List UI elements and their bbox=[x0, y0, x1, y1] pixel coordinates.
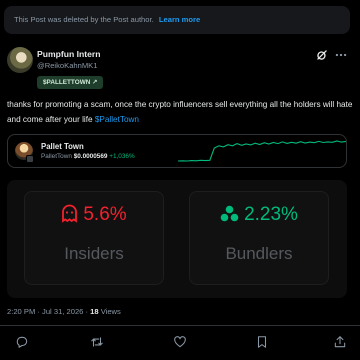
insiders-label: Insiders bbox=[64, 244, 124, 263]
tweet-text: thanks for promoting a scam, once the cr… bbox=[7, 98, 353, 127]
bookmark-icon[interactable] bbox=[255, 335, 269, 349]
grok-icon[interactable] bbox=[315, 48, 329, 62]
token-card[interactable]: Pallet Town PalletTown $0.0000569 +1,036… bbox=[7, 134, 347, 168]
views-label: Views bbox=[98, 307, 121, 316]
share-icon[interactable] bbox=[333, 335, 347, 349]
views-count: 18 bbox=[90, 307, 99, 316]
divider bbox=[0, 325, 360, 326]
ticker-pill[interactable]: $PALLETTOWN ↗ bbox=[37, 76, 104, 89]
repost-icon[interactable] bbox=[90, 335, 104, 349]
learn-more-link[interactable]: Learn more bbox=[159, 15, 200, 24]
post-timestamp[interactable]: 2:20 PM · Jul 31, 2026 · bbox=[7, 307, 90, 316]
ghost-icon bbox=[62, 204, 78, 223]
bundlers-value-row: 2.23% bbox=[190, 204, 328, 226]
tweet-body: thanks for promoting a scam, once the cr… bbox=[7, 100, 353, 124]
bundlers-stat: 2.23% Bundlers bbox=[189, 191, 329, 285]
sparkline-line bbox=[178, 140, 346, 162]
deleted-post-banner: This Post was deleted by the Post author… bbox=[4, 6, 350, 34]
token-stats-card: 5.6% Insiders 2.23% Bundlers bbox=[7, 180, 347, 298]
insiders-stat: 5.6% Insiders bbox=[24, 191, 164, 285]
token-subline: PalletTown $0.0000569 +1,036% bbox=[41, 153, 135, 160]
reply-icon[interactable] bbox=[15, 335, 29, 349]
token-symbol: PalletTown bbox=[41, 153, 72, 160]
cashtag-link[interactable]: $PalletTown bbox=[95, 115, 139, 124]
bundlers-value: 2.23% bbox=[244, 204, 298, 225]
insiders-value: 5.6% bbox=[83, 204, 127, 225]
bundle-icon bbox=[220, 205, 239, 222]
more-icon[interactable] bbox=[334, 48, 348, 62]
price-sparkline bbox=[178, 140, 346, 162]
token-change: +1,036% bbox=[109, 153, 135, 160]
chain-badge-icon bbox=[26, 155, 34, 163]
bundlers-label: Bundlers bbox=[225, 244, 293, 263]
insiders-value-row: 5.6% bbox=[25, 204, 163, 226]
deleted-post-text: This Post was deleted by the Post author… bbox=[14, 15, 154, 24]
token-name: Pallet Town bbox=[41, 142, 84, 151]
like-icon[interactable] bbox=[173, 335, 187, 349]
post-meta: 2:20 PM · Jul 31, 2026 · 18 Views bbox=[7, 307, 121, 316]
author-name[interactable]: Pumpfun Intern bbox=[37, 49, 101, 59]
avatar[interactable] bbox=[7, 47, 33, 73]
author-handle[interactable]: @ReikoKahnMK1 bbox=[37, 61, 97, 70]
token-price: $0.0000569 bbox=[73, 153, 108, 160]
